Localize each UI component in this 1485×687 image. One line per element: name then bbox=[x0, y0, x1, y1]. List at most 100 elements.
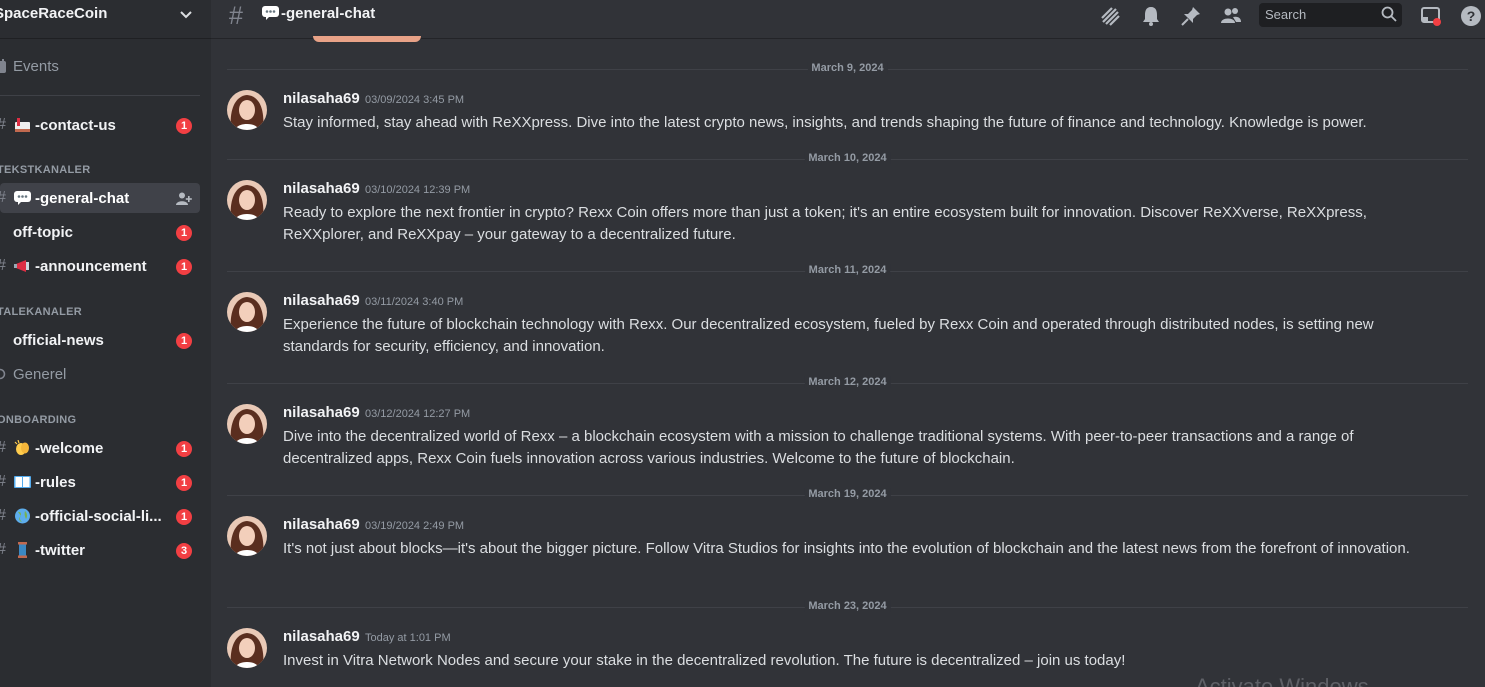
avatar[interactable] bbox=[227, 180, 267, 220]
bell-icon[interactable] bbox=[1140, 5, 1162, 27]
hashtag-icon: # bbox=[0, 473, 6, 491]
date-label: March 10, 2024 bbox=[804, 152, 891, 164]
date-divider: March 11, 2024 bbox=[227, 264, 1468, 276]
sidebar-item-general-chat[interactable]: # -general-chat bbox=[0, 183, 200, 213]
unread-badge: 1 bbox=[176, 118, 192, 134]
message-timestamp: 03/10/2024 12:39 PM bbox=[365, 184, 471, 196]
message-timestamp: 03/09/2024 3:45 PM bbox=[365, 94, 465, 106]
date-divider: March 10, 2024 bbox=[227, 152, 1468, 164]
message-text: Ready to explore the next frontier in cr… bbox=[283, 204, 1367, 243]
unread-badge: 1 bbox=[176, 509, 192, 525]
channel-sidebar: SpaceRaceCoin Events # -contact-us 1 TEK… bbox=[0, 0, 211, 687]
globe-icon bbox=[15, 508, 30, 524]
avatar[interactable] bbox=[227, 292, 267, 332]
author-name[interactable]: nilasaha69 bbox=[283, 516, 360, 533]
message-item[interactable]: nilasaha69 03/09/2024 3:45 PM Stay infor… bbox=[227, 90, 1477, 136]
channel-title: -general-chat bbox=[281, 5, 376, 22]
add-member-icon[interactable] bbox=[176, 191, 192, 207]
message-item[interactable]: nilasaha69 03/19/2024 2:49 PM It's not j… bbox=[227, 516, 1477, 584]
hashtag-icon: # bbox=[0, 439, 6, 457]
chevron-down-icon[interactable] bbox=[178, 6, 194, 22]
author-name[interactable]: nilasaha69 bbox=[283, 628, 360, 645]
sidebar-item-welcome[interactable]: # -welcome 1 bbox=[0, 433, 200, 463]
sidebar-item-contact-us[interactable]: # -contact-us 1 bbox=[0, 110, 200, 140]
server-name: SpaceRaceCoin bbox=[0, 5, 108, 22]
message-item[interactable]: nilasaha69 03/10/2024 12:39 PM Ready to … bbox=[227, 180, 1477, 248]
search-icon bbox=[1381, 6, 1397, 22]
thread-spool-icon bbox=[18, 542, 27, 558]
search-placeholder: Search bbox=[1265, 7, 1307, 22]
message-item[interactable]: nilasaha69 Today at 1:01 PM Invest in Vi… bbox=[227, 628, 1477, 674]
sidebar-item-off-topic[interactable]: off-topic 1 bbox=[0, 217, 200, 247]
date-label: March 23, 2024 bbox=[804, 600, 891, 612]
mailbox-icon bbox=[15, 118, 30, 132]
hashtag-icon: # bbox=[0, 541, 6, 559]
search-input[interactable]: Search bbox=[1259, 3, 1402, 27]
pin-icon[interactable] bbox=[1180, 5, 1202, 27]
sidebar-item-label: -contact-us bbox=[35, 117, 116, 134]
inbox-icon[interactable] bbox=[1420, 5, 1442, 27]
author-name[interactable]: nilasaha69 bbox=[283, 180, 360, 197]
help-icon[interactable]: ? bbox=[1460, 5, 1482, 27]
unread-badge: 1 bbox=[176, 225, 192, 241]
embed-image-edge bbox=[313, 36, 421, 42]
date-label: March 12, 2024 bbox=[804, 376, 891, 388]
members-icon[interactable] bbox=[1220, 5, 1242, 27]
avatar[interactable] bbox=[227, 516, 267, 556]
date-label: March 11, 2024 bbox=[804, 264, 891, 276]
author-name[interactable]: nilasaha69 bbox=[283, 404, 360, 421]
speech-balloon-icon bbox=[262, 6, 279, 20]
threads-icon[interactable] bbox=[1099, 5, 1121, 27]
unread-badge: 1 bbox=[176, 259, 192, 275]
category-tekstkanaler[interactable]: TEKSTKANALER bbox=[0, 164, 90, 176]
unread-badge: 1 bbox=[176, 441, 192, 457]
sidebar-item-twitter[interactable]: # -twitter 3 bbox=[0, 535, 200, 565]
unread-badge: 1 bbox=[176, 475, 192, 491]
avatar[interactable] bbox=[227, 628, 267, 668]
sidebar-item-rules[interactable]: # -rules 1 bbox=[0, 467, 200, 497]
category-talekanaler[interactable]: TALEKANALER bbox=[0, 306, 82, 318]
date-divider: March 19, 2024 bbox=[227, 488, 1468, 500]
svg-text:?: ? bbox=[1467, 8, 1476, 24]
category-onboarding[interactable]: ONBOARDING bbox=[0, 414, 76, 426]
server-header[interactable]: SpaceRaceCoin bbox=[0, 0, 211, 39]
speaker-icon bbox=[0, 368, 6, 380]
clapping-hands-icon bbox=[14, 440, 29, 455]
message-timestamp: 03/19/2024 2:49 PM bbox=[365, 520, 465, 532]
sidebar-item-label: -official-social-li... bbox=[35, 508, 162, 525]
date-label: March 9, 2024 bbox=[807, 62, 888, 74]
open-book-icon bbox=[14, 476, 31, 488]
sidebar-item-generel[interactable]: Generel bbox=[0, 359, 200, 389]
message-text: It's not just about blocks—it's about th… bbox=[283, 540, 1410, 557]
date-divider: March 23, 2024 bbox=[227, 600, 1468, 612]
author-name[interactable]: nilasaha69 bbox=[283, 90, 360, 107]
message-item[interactable]: nilasaha69 03/11/2024 3:40 PM Experience… bbox=[227, 292, 1477, 360]
sidebar-item-label: off-topic bbox=[13, 224, 73, 241]
events-label: Events bbox=[13, 58, 59, 75]
sidebar-item-label: Generel bbox=[13, 366, 67, 383]
activate-windows-watermark: Activate Windows bbox=[1195, 674, 1369, 687]
sidebar-item-label: official-news bbox=[13, 332, 104, 349]
hashtag-icon: # bbox=[0, 507, 6, 525]
date-label: March 19, 2024 bbox=[804, 488, 891, 500]
channel-header: # -general-chat Search ? bbox=[211, 0, 1485, 39]
sidebar-item-announcement[interactable]: # -announcement 1 bbox=[0, 251, 200, 281]
message-timestamp: Today at 1:01 PM bbox=[365, 632, 451, 644]
sidebar-item-official-social-links[interactable]: # -official-social-li... 1 bbox=[0, 501, 200, 531]
events-item[interactable]: Events bbox=[0, 54, 200, 80]
message-item[interactable]: nilasaha69 03/12/2024 12:27 PM Dive into… bbox=[227, 404, 1477, 472]
date-divider: March 12, 2024 bbox=[227, 376, 1468, 388]
message-text: Stay informed, stay ahead with ReXXpress… bbox=[283, 114, 1367, 131]
message-text: Experience the future of blockchain tech… bbox=[283, 316, 1374, 355]
avatar[interactable] bbox=[227, 90, 267, 130]
avatar[interactable] bbox=[227, 404, 267, 444]
sidebar-item-official-news[interactable]: official-news 1 bbox=[0, 325, 200, 355]
message-text: Invest in Vitra Network Nodes and secure… bbox=[283, 652, 1126, 669]
sidebar-item-label: -rules bbox=[35, 474, 76, 491]
unread-badge: 1 bbox=[176, 333, 192, 349]
hashtag-icon: # bbox=[0, 257, 6, 275]
sidebar-item-label: -announcement bbox=[35, 258, 147, 275]
author-name[interactable]: nilasaha69 bbox=[283, 292, 360, 309]
speech-balloon-icon bbox=[14, 191, 31, 205]
megaphone-icon bbox=[14, 260, 29, 272]
